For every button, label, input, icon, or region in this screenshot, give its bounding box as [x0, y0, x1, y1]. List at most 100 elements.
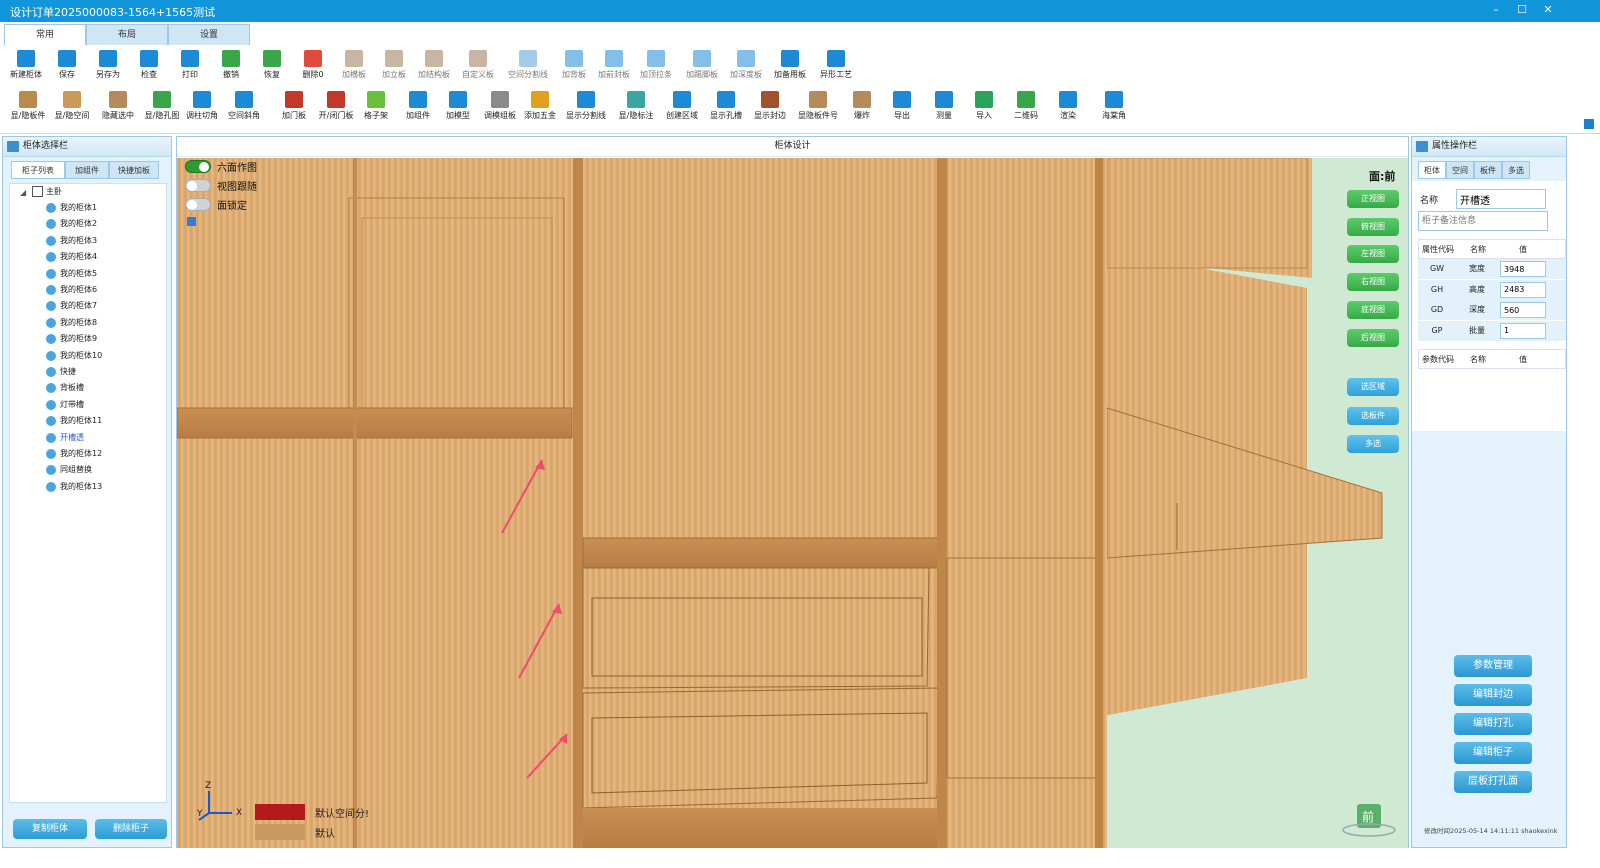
toolbar-space-divider-button[interactable]: 空间分割线 — [506, 47, 550, 89]
name-field[interactable] — [1456, 189, 1546, 209]
bottom-view-button[interactable]: 底视图 — [1347, 301, 1399, 319]
toolbar-render-button[interactable]: 渲染 — [1046, 88, 1090, 130]
cabinet-icon — [46, 465, 56, 476]
delete-cabinet-button[interactable]: 删除柜子 — [95, 819, 167, 839]
toolbar-new-cabinet-button[interactable]: 新建柜体 — [4, 47, 48, 89]
tab-cabinet-list[interactable]: 柜子列表 — [11, 161, 65, 179]
toolbar-add-kickboard-button[interactable]: 加踢脚板 — [680, 47, 724, 89]
param-manage-button[interactable]: 参数管理 — [1454, 655, 1532, 677]
toolbar-module-board-button[interactable]: 调模组板 — [478, 88, 522, 130]
top-view-button[interactable]: 俯视图 — [1347, 218, 1399, 236]
toolbar-add-hardware-button[interactable]: 添加五金 — [518, 88, 562, 130]
toolbar-toggle-boards-button[interactable]: 显/隐板件 — [6, 88, 50, 130]
grid-toggle-icon[interactable] — [187, 217, 196, 226]
cabinet-3d-render[interactable]: 前 Z Y X — [177, 158, 1408, 848]
switch[interactable] — [185, 160, 211, 173]
tab-quick-board[interactable]: 快捷加板 — [109, 161, 159, 179]
attr-value-field[interactable] — [1500, 322, 1546, 339]
toolbar-column-cut-button[interactable]: 调柱切角 — [180, 88, 224, 130]
tab-board[interactable]: 板件 — [1474, 161, 1502, 179]
measure-icon — [935, 91, 953, 108]
crabapple-corner-icon — [1105, 91, 1123, 108]
toolbar-space-bevel-button[interactable]: 空间斜角 — [222, 88, 266, 130]
shelf-drill-face-button[interactable]: 层板打孔面 — [1454, 771, 1532, 793]
toolbar-show-edging-button[interactable]: 显示封边 — [748, 88, 792, 130]
toolbar-add-vertical-board-button[interactable]: 加立板 — [372, 47, 416, 89]
toolbar-add-component-button[interactable]: 加组件 — [396, 88, 440, 130]
toolbar-qr-cloud-button[interactable]: 二维码 — [1004, 88, 1048, 130]
toolbar-save-as-button[interactable]: 另存为 — [86, 47, 130, 89]
toolbar-add-spare-board-button[interactable]: 加备用板 — [768, 47, 812, 89]
note-field[interactable] — [1418, 211, 1548, 231]
3d-viewport[interactable]: 前 Z Y X 六面作图 视图跟随 面锁定 面:前 正视图 俯视图 左视图 右视… — [177, 158, 1408, 848]
toolbar-add-depth-board-button[interactable]: 加深度板 — [724, 47, 768, 89]
toolbar-show-slots-button[interactable]: 显示孔槽 — [704, 88, 748, 130]
toolbar-save-button[interactable]: 保存 — [45, 47, 89, 89]
right-panel-title: 属性操作栏 — [1412, 137, 1566, 157]
toolbar-grid-rack-button[interactable]: 格子架 — [354, 88, 398, 130]
attr-value-field[interactable] — [1500, 281, 1546, 298]
multi-select-button[interactable]: 多选 — [1347, 435, 1399, 453]
toolbar-special-process-button[interactable]: 异形工艺 — [814, 47, 858, 89]
toolbar-add-door-button[interactable]: 加门板 — [272, 88, 316, 130]
layout-grid-icon[interactable] — [1584, 119, 1594, 129]
toolbar-toggle-space-button[interactable]: 显/隐空间 — [50, 88, 94, 130]
header-name: 名称 — [1470, 245, 1486, 254]
toolbar-add-horizontal-board-button[interactable]: 加横板 — [332, 47, 376, 89]
toolbar-custom-board-button[interactable]: 自定义板 — [456, 47, 500, 89]
axis-y-label: Y — [196, 809, 203, 819]
tab-space[interactable]: 空间 — [1446, 161, 1474, 179]
minimize-button[interactable]: – — [1488, 3, 1504, 16]
expand-icon[interactable]: ◢ — [20, 185, 26, 201]
select-board-button[interactable]: 选板件 — [1347, 407, 1399, 425]
front-view-button[interactable]: 正视图 — [1347, 190, 1399, 208]
switch[interactable] — [185, 179, 211, 192]
tab-cabinet[interactable]: 柜体 — [1418, 161, 1446, 179]
tab-add-component[interactable]: 加组件 — [65, 161, 109, 179]
tree-item-label: 我的柜体12 — [60, 449, 103, 458]
right-view-button[interactable]: 右视图 — [1347, 273, 1399, 291]
cabinet-icon — [46, 285, 56, 295]
toolbar-toggle-holes-button[interactable]: 显/隐孔图 — [140, 88, 184, 130]
toolbar-toggle-dimension-button[interactable]: 显/隐标注 — [614, 88, 658, 130]
cabinet-icon — [46, 219, 56, 230]
toolbar-add-top-strip-button[interactable]: 加顶拉条 — [634, 47, 678, 89]
tab-layout[interactable]: 布局 — [86, 24, 168, 45]
tab-common[interactable]: 常用 — [4, 24, 86, 45]
toolbar-delete-button[interactable]: 删除0 — [291, 47, 335, 89]
switch[interactable] — [185, 198, 211, 211]
tab-settings[interactable]: 设置 — [168, 24, 250, 45]
toolbar-print-button[interactable]: 打印 — [168, 47, 212, 89]
cabinet-icon — [46, 203, 56, 213]
toolbar-add-model-button[interactable]: 加模型 — [436, 88, 480, 130]
edit-edging-button[interactable]: 编辑封边 — [1454, 684, 1532, 706]
toolbar-explode-button[interactable]: 爆炸 — [840, 88, 884, 130]
edit-cabinet-button[interactable]: 编辑柜子 — [1454, 742, 1532, 764]
toolbar-show-divider-button[interactable]: 显示分割线 — [564, 88, 608, 130]
maximize-button[interactable]: ☐ — [1514, 3, 1530, 16]
toolbar-export-button[interactable]: 导出 — [880, 88, 924, 130]
toolbar-add-back-board-button[interactable]: 加背板 — [552, 47, 596, 89]
attr-value-field[interactable] — [1500, 261, 1546, 277]
toolbar-crabapple-corner-button[interactable]: 海棠角 — [1092, 88, 1136, 130]
left-view-button[interactable]: 左视图 — [1347, 245, 1399, 263]
toolbar-board-number-button[interactable]: 显隐板件号 — [796, 88, 840, 130]
back-view-button[interactable]: 后视图 — [1347, 329, 1399, 347]
toolbar-measure-button[interactable]: 测量 — [922, 88, 966, 130]
toolbar-check-button[interactable]: 检查 — [127, 47, 171, 89]
toolbar-open-close-door-button[interactable]: 开/闭门板 — [314, 88, 358, 130]
toolbar-redo-button[interactable]: 恢复 — [250, 47, 294, 89]
toolbar-add-front-seal-button[interactable]: 加前封板 — [592, 47, 636, 89]
copy-cabinet-button[interactable]: 复制柜体 — [13, 819, 87, 839]
toolbar-label: 空间斜角 — [228, 111, 260, 120]
toolbar-add-structure-board-button[interactable]: 加结构板 — [412, 47, 456, 89]
tab-multi[interactable]: 多选 — [1502, 161, 1530, 179]
toolbar-hide-selected-button[interactable]: 隐藏选中 — [96, 88, 140, 130]
close-button[interactable]: ✕ — [1540, 3, 1556, 16]
toolbar-undo-button[interactable]: 撤销 — [209, 47, 253, 89]
select-area-button[interactable]: 选区域 — [1347, 378, 1399, 396]
toolbar-create-area-button[interactable]: 创建区域 — [660, 88, 704, 130]
toolbar-import-button[interactable]: 导入 — [962, 88, 1006, 130]
edit-drilling-button[interactable]: 编辑打孔 — [1454, 713, 1532, 735]
attr-value-field[interactable] — [1500, 302, 1546, 318]
